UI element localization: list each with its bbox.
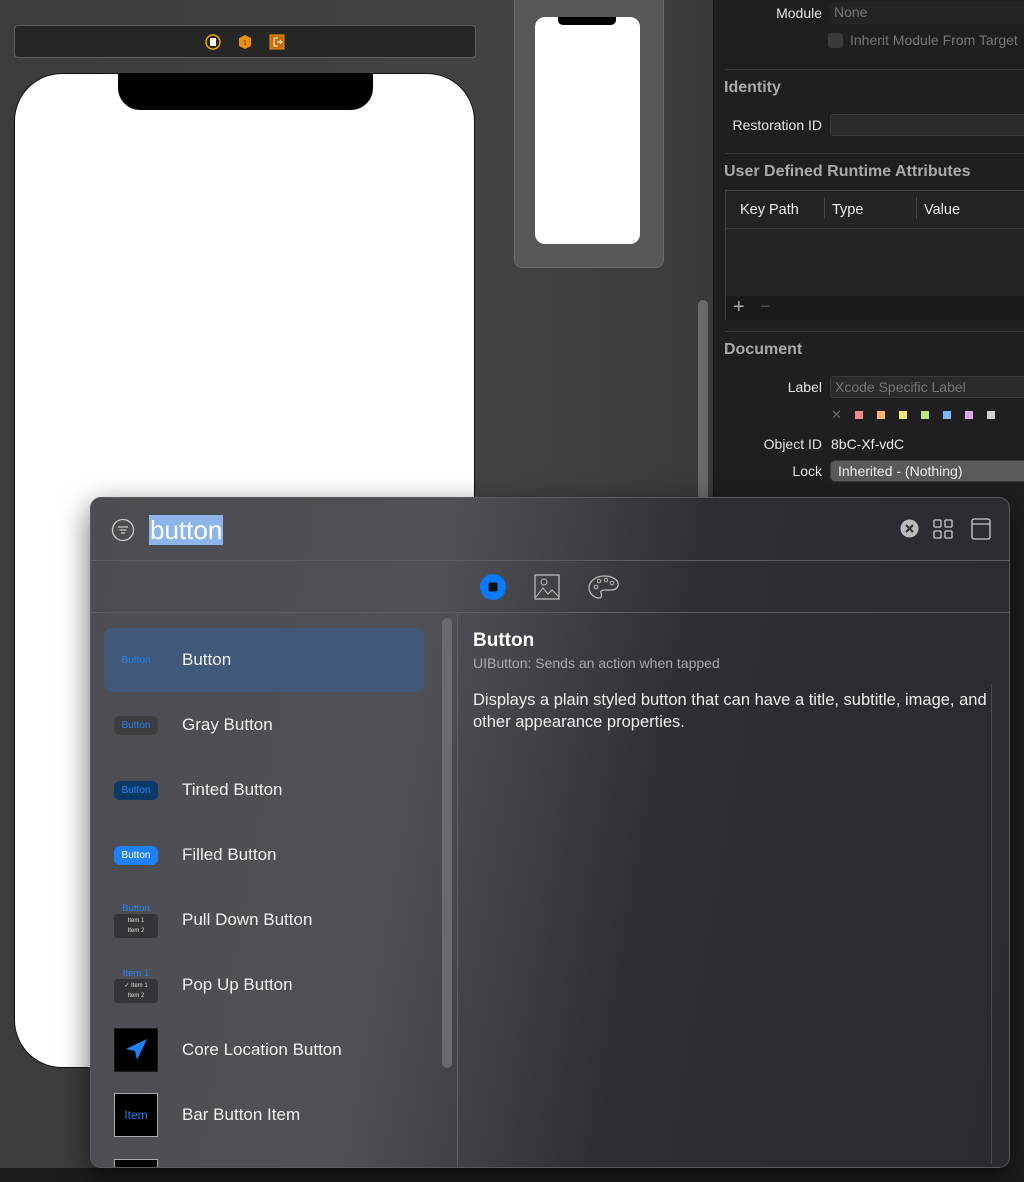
location-arrow-icon bbox=[114, 1028, 158, 1072]
color-swatch-red[interactable] bbox=[853, 410, 864, 420]
media-icon[interactable] bbox=[534, 573, 560, 600]
inherit-module-checkbox[interactable] bbox=[828, 33, 843, 48]
detail-subtitle: UIButton: Sends an action when tapped bbox=[473, 655, 720, 671]
library-search-input[interactable]: button bbox=[149, 515, 224, 545]
objects-icon[interactable] bbox=[480, 573, 506, 600]
tinted-button-thumbnail: Button bbox=[114, 780, 158, 800]
udra-title: User Defined Runtime Attributes bbox=[724, 163, 971, 180]
library-item-gray-button[interactable]: Button Gray Button bbox=[104, 693, 424, 757]
lock-label: Lock bbox=[792, 463, 822, 479]
detail-view-icon[interactable] bbox=[971, 518, 991, 540]
color-swatch-green[interactable] bbox=[919, 410, 930, 420]
add-attribute-button[interactable]: + bbox=[733, 296, 745, 319]
grid-view-icon[interactable] bbox=[933, 519, 953, 539]
lock-popup[interactable]: Inherited - (Nothing) bbox=[830, 460, 1024, 482]
column-value[interactable]: Value bbox=[924, 202, 960, 218]
clear-color-icon[interactable]: ✕ bbox=[831, 407, 842, 423]
library-list-scrollbar[interactable] bbox=[442, 618, 452, 1068]
library-list: Button Button Button Gray Button Button … bbox=[91, 614, 438, 1167]
library-item-pop-up-button[interactable]: Item 1 ✓ Item 1 Item 2 Pop Up Button bbox=[104, 953, 424, 1017]
colors-icon[interactable] bbox=[588, 574, 620, 600]
button-thumbnail: Button bbox=[121, 654, 151, 666]
inherit-module-label: Inherit Module From Target bbox=[850, 32, 1018, 48]
runtime-attributes-table: Key Path Type Value + − bbox=[725, 190, 1024, 320]
library-item-bar-button-item[interactable]: Item Bar Button Item bbox=[104, 1083, 424, 1147]
object-library-popup: button Button Button Button Gray Button … bbox=[90, 497, 1010, 1168]
bar-button-thumbnail: Item bbox=[114, 1093, 158, 1137]
preview-notch bbox=[558, 17, 616, 25]
canvas-scrollbar[interactable] bbox=[698, 300, 708, 500]
preview-screen bbox=[535, 17, 640, 244]
identity-title: Identity bbox=[724, 79, 781, 96]
item-detail: Button UIButton: Sends an action when ta… bbox=[473, 630, 993, 733]
status-bar bbox=[0, 1168, 1024, 1182]
filter-icon[interactable] bbox=[111, 518, 135, 542]
phone-notch bbox=[118, 73, 373, 110]
library-item-core-location-button[interactable]: Core Location Button bbox=[104, 1018, 424, 1082]
library-header: button bbox=[91, 498, 1009, 561]
library-tabs bbox=[91, 561, 1009, 613]
module-label: Module bbox=[776, 5, 822, 21]
gray-button-thumbnail: Button bbox=[114, 715, 158, 735]
module-field[interactable]: None bbox=[830, 2, 1024, 24]
scene-dock: 1 bbox=[14, 25, 476, 58]
label-color-picker: ✕ bbox=[831, 407, 996, 423]
detail-description: Displays a plain styled button that can … bbox=[473, 691, 987, 731]
clear-search-icon[interactable] bbox=[900, 519, 919, 538]
remove-attribute-button[interactable]: − bbox=[760, 296, 771, 317]
object-id-value: 8bC-Xf-vdC bbox=[831, 436, 905, 452]
first-responder-icon[interactable]: 1 bbox=[237, 34, 253, 50]
detail-scroll-track bbox=[991, 684, 992, 1164]
pane-divider[interactable] bbox=[457, 614, 458, 1167]
document-title: Document bbox=[724, 341, 803, 358]
library-item-pull-down-button[interactable]: Button Item 1 Item 2 Pull Down Button bbox=[104, 888, 424, 952]
label-label: Label bbox=[787, 379, 822, 395]
color-swatch-orange[interactable] bbox=[875, 410, 886, 420]
pop-up-thumbnail: Item 1 ✓ Item 1 Item 2 bbox=[114, 968, 158, 1003]
library-item-filled-button[interactable]: Button Filled Button bbox=[104, 823, 424, 887]
restoration-id-field[interactable] bbox=[830, 114, 1024, 136]
color-swatch-yellow[interactable] bbox=[897, 410, 908, 420]
restoration-id-label: Restoration ID bbox=[732, 117, 822, 133]
exit-icon[interactable] bbox=[269, 34, 285, 50]
detail-title: Button bbox=[473, 630, 535, 651]
library-item-tinted-button[interactable]: Button Tinted Button bbox=[104, 758, 424, 822]
view-controller-icon[interactable] bbox=[205, 33, 221, 50]
color-swatch-gray[interactable] bbox=[985, 410, 996, 420]
column-key-path[interactable]: Key Path bbox=[740, 202, 799, 218]
pull-down-thumbnail: Button Item 1 Item 2 bbox=[114, 903, 158, 938]
svg-text:1: 1 bbox=[243, 40, 247, 47]
object-id-label: Object ID bbox=[763, 436, 822, 452]
column-type[interactable]: Type bbox=[832, 202, 863, 218]
library-item-partial bbox=[114, 1159, 158, 1167]
location-thumbnail bbox=[114, 1028, 158, 1072]
color-swatch-blue[interactable] bbox=[941, 410, 952, 420]
filled-button-thumbnail: Button bbox=[114, 845, 158, 865]
label-field[interactable]: Xcode Specific Label bbox=[830, 376, 1024, 398]
library-item-button[interactable]: Button Button bbox=[104, 628, 424, 692]
color-swatch-purple[interactable] bbox=[963, 410, 974, 420]
